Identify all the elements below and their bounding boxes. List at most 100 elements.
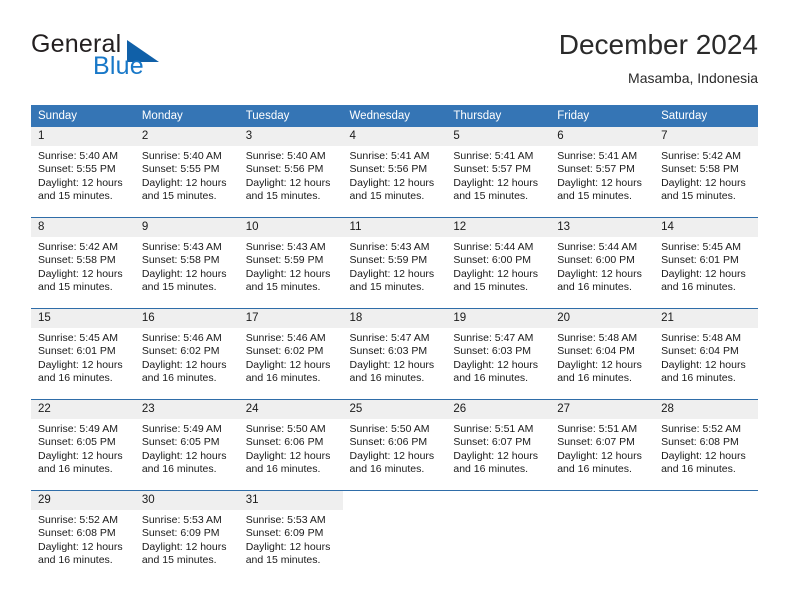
day-number: [550, 491, 654, 510]
calendar-day-cell[interactable]: 11 Sunrise: 5:43 AM Sunset: 5:59 PM Dayligh…: [342, 217, 447, 309]
day-details: Sunrise: 5:45 AM Sunset: 6:01 PM Daylight:…: [31, 328, 135, 385]
calendar-day-cell[interactable]: 19 Sunrise: 5:47 AM Sunset: 6:03 PM Dayligh…: [446, 308, 551, 400]
sunset-text: Sunset: 6:09 PM: [245, 527, 324, 540]
daylight-text: Daylight: 12 hours and 16 minutes.: [38, 449, 123, 475]
day-number: 15: [31, 309, 135, 328]
calendar-day-cell[interactable]: 16 Sunrise: 5:46 AM Sunset: 6:02 PM Dayligh…: [134, 308, 239, 400]
day-details: Sunrise: 5:52 AM Sunset: 6:08 PM Daylight:…: [31, 510, 135, 567]
calendar-day-cell[interactable]: 8 Sunrise: 5:42 AM Sunset: 5:58 PM Daylight…: [31, 217, 135, 309]
daylight-text: Daylight: 12 hours and 16 minutes.: [557, 449, 642, 475]
calendar-day-cell[interactable]: 30 Sunrise: 5:53 AM Sunset: 6:09 PM Dayligh…: [134, 490, 239, 576]
calendar-day-cell[interactable]: 10 Sunrise: 5:43 AM Sunset: 5:59 PM Dayligh…: [238, 217, 343, 309]
day-number: [343, 491, 447, 510]
sunset-text: Sunset: 6:03 PM: [453, 345, 532, 358]
weekday-header-monday: Monday: [134, 105, 239, 127]
sunrise-text: Sunrise: 5:53 AM: [141, 514, 222, 526]
sunrise-text: Sunrise: 5:43 AM: [349, 241, 430, 253]
calendar-day-cell[interactable]: 2 Sunrise: 5:40 AM Sunset: 5:55 PM Daylight…: [134, 127, 239, 218]
day-details: Sunrise: 5:44 AM Sunset: 6:00 PM Daylight:…: [446, 237, 550, 294]
day-number: 4: [342, 127, 447, 146]
calendar-day-cell[interactable]: 9 Sunrise: 5:43 AM Sunset: 5:58 PM Daylight…: [134, 217, 239, 309]
sunrise-text: Sunrise: 5:53 AM: [245, 514, 326, 526]
calendar-day-cell[interactable]: 21 Sunrise: 5:48 AM Sunset: 6:04 PM Dayligh…: [654, 308, 758, 400]
day-details: Sunrise: 5:53 AM Sunset: 6:09 PM Daylight:…: [239, 510, 343, 567]
calendar-day-cell[interactable]: 15 Sunrise: 5:45 AM Sunset: 6:01 PM Dayligh…: [31, 308, 135, 400]
daylight-text: Daylight: 12 hours and 16 minutes.: [141, 358, 227, 384]
day-number: 8: [31, 218, 135, 237]
sunset-text: Sunset: 5:59 PM: [245, 254, 324, 267]
sunset-text: Sunset: 5:57 PM: [453, 163, 532, 176]
page-subtitle-location: Masamba, Indonesia: [628, 70, 758, 86]
sunset-text: Sunset: 6:07 PM: [453, 436, 532, 449]
calendar-day-cell[interactable]: 31 Sunrise: 5:53 AM Sunset: 6:09 PM Dayligh…: [238, 490, 343, 576]
calendar-day-cell[interactable]: 28 Sunrise: 5:52 AM Sunset: 6:08 PM Dayligh…: [654, 399, 758, 491]
daylight-text: Daylight: 12 hours and 16 minutes.: [349, 358, 435, 384]
sunrise-text: Sunrise: 5:41 AM: [453, 150, 534, 162]
day-details: Sunrise: 5:42 AM Sunset: 5:58 PM Daylight:…: [31, 237, 135, 294]
day-number: 6: [550, 127, 655, 146]
day-details: Sunrise: 5:50 AM Sunset: 6:06 PM Daylight:…: [239, 419, 343, 476]
calendar-day-cell[interactable]: 29 Sunrise: 5:52 AM Sunset: 6:08 PM Dayligh…: [31, 490, 135, 576]
calendar-body: 1 Sunrise: 5:40 AM Sunset: 5:55 PM Daylight…: [31, 127, 758, 576]
calendar-day-cell[interactable]: 6 Sunrise: 5:41 AM Sunset: 5:57 PM Daylight…: [550, 127, 655, 218]
sunset-text: Sunset: 5:55 PM: [141, 163, 220, 176]
sunrise-text: Sunrise: 5:49 AM: [38, 423, 118, 435]
day-details: Sunrise: 5:43 AM Sunset: 5:59 PM Daylight:…: [239, 237, 343, 294]
general-blue-logo[interactable]: General Blue: [31, 30, 211, 86]
calendar-day-cell[interactable]: 23 Sunrise: 5:49 AM Sunset: 6:05 PM Dayligh…: [134, 399, 239, 491]
day-number: 19: [446, 309, 551, 328]
day-number: 2: [134, 127, 239, 146]
sunrise-text: Sunrise: 5:47 AM: [453, 332, 534, 344]
calendar-day-cell[interactable]: 5 Sunrise: 5:41 AM Sunset: 5:57 PM Daylight…: [446, 127, 551, 218]
daylight-text: Daylight: 12 hours and 16 minutes.: [245, 358, 331, 384]
day-number: [446, 491, 550, 510]
calendar-week-row: 15 Sunrise: 5:45 AM Sunset: 6:01 PM Dayligh…: [31, 308, 758, 400]
calendar-day-cell[interactable]: 25 Sunrise: 5:50 AM Sunset: 6:06 PM Dayligh…: [342, 399, 447, 491]
sunrise-text: Sunrise: 5:52 AM: [38, 514, 118, 526]
calendar-day-cell[interactable]: 22 Sunrise: 5:49 AM Sunset: 6:05 PM Dayligh…: [31, 399, 135, 491]
calendar-day-cell[interactable]: 17 Sunrise: 5:46 AM Sunset: 6:02 PM Dayligh…: [238, 308, 343, 400]
sunrise-text: Sunrise: 5:44 AM: [557, 241, 638, 253]
sunset-text: Sunset: 6:06 PM: [349, 436, 428, 449]
calendar-day-cell[interactable]: 24 Sunrise: 5:50 AM Sunset: 6:06 PM Dayligh…: [238, 399, 343, 491]
calendar-day-cell[interactable]: 14 Sunrise: 5:45 AM Sunset: 6:01 PM Dayligh…: [654, 217, 758, 309]
calendar-week-row: 29 Sunrise: 5:52 AM Sunset: 6:08 PM Dayligh…: [31, 490, 758, 576]
sunset-text: Sunset: 6:01 PM: [661, 254, 739, 267]
sunset-text: Sunset: 6:03 PM: [349, 345, 428, 358]
daylight-text: Daylight: 12 hours and 16 minutes.: [245, 449, 331, 475]
day-details: Sunrise: 5:45 AM Sunset: 6:01 PM Daylight:…: [654, 237, 758, 294]
calendar-day-cell[interactable]: 18 Sunrise: 5:47 AM Sunset: 6:03 PM Dayligh…: [342, 308, 447, 400]
logo-text-blue: Blue: [93, 52, 144, 80]
day-number: 14: [654, 218, 758, 237]
daylight-text: Daylight: 12 hours and 16 minutes.: [661, 358, 746, 384]
calendar-day-cell[interactable]: 26 Sunrise: 5:51 AM Sunset: 6:07 PM Dayligh…: [446, 399, 551, 491]
day-number: 23: [134, 400, 239, 419]
calendar-day-cell[interactable]: 4 Sunrise: 5:41 AM Sunset: 5:56 PM Daylight…: [342, 127, 447, 218]
day-number: 11: [342, 218, 447, 237]
day-number: 22: [31, 400, 135, 419]
calendar-week-row: 8 Sunrise: 5:42 AM Sunset: 5:58 PM Daylight…: [31, 217, 758, 309]
calendar-day-cell[interactable]: 13 Sunrise: 5:44 AM Sunset: 6:00 PM Dayligh…: [550, 217, 655, 309]
sunrise-text: Sunrise: 5:40 AM: [245, 150, 326, 162]
weekday-header-tuesday: Tuesday: [238, 105, 343, 127]
day-number: 30: [134, 491, 239, 510]
daylight-text: Daylight: 12 hours and 15 minutes.: [245, 267, 331, 293]
page-header: General Blue December 2024 Masamba, Indo…: [31, 28, 758, 94]
calendar-day-cell[interactable]: 1 Sunrise: 5:40 AM Sunset: 5:55 PM Daylight…: [31, 127, 135, 218]
calendar-day-cell[interactable]: 20 Sunrise: 5:48 AM Sunset: 6:04 PM Dayligh…: [550, 308, 655, 400]
calendar-day-cell[interactable]: 27 Sunrise: 5:51 AM Sunset: 6:07 PM Dayligh…: [550, 399, 655, 491]
sunset-text: Sunset: 6:09 PM: [141, 527, 220, 540]
calendar-grid: Sunday Monday Tuesday Wednesday Thursday…: [31, 105, 758, 576]
calendar-day-cell[interactable]: 3 Sunrise: 5:40 AM Sunset: 5:56 PM Daylight…: [238, 127, 343, 218]
sunset-text: Sunset: 6:07 PM: [557, 436, 635, 449]
day-details: Sunrise: 5:40 AM Sunset: 5:55 PM Daylight:…: [31, 146, 135, 203]
calendar-day-cell[interactable]: 7 Sunrise: 5:42 AM Sunset: 5:58 PM Daylight…: [654, 127, 758, 218]
day-details: Sunrise: 5:41 AM Sunset: 5:56 PM Daylight:…: [343, 146, 447, 203]
weekday-header-sunday: Sunday: [31, 105, 135, 127]
day-number: 24: [238, 400, 343, 419]
daylight-text: Daylight: 12 hours and 15 minutes.: [453, 176, 539, 202]
calendar-weekday-header: Sunday Monday Tuesday Wednesday Thursday…: [31, 105, 758, 127]
sunrise-text: Sunrise: 5:44 AM: [453, 241, 534, 253]
calendar-day-cell[interactable]: 12 Sunrise: 5:44 AM Sunset: 6:00 PM Dayligh…: [446, 217, 551, 309]
daylight-text: Daylight: 12 hours and 16 minutes.: [661, 267, 746, 293]
